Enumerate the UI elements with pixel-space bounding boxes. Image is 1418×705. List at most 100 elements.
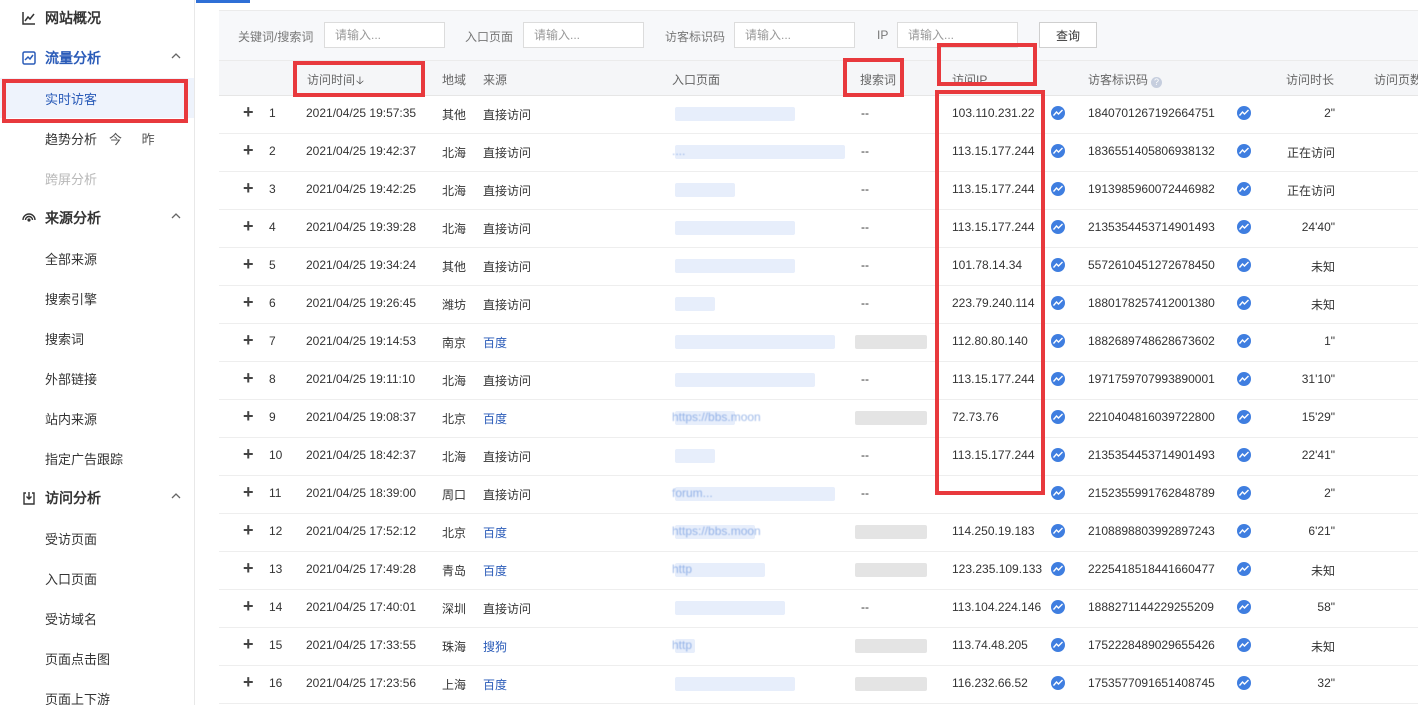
sidebar-item-entry-pages[interactable]: 入口页面 [0,558,194,598]
table-row[interactable]: +1 2021/04/25 19:57:35 其他 直接访问 -- 103.110.231… [219,96,1418,134]
trend-icon[interactable] [1051,410,1065,424]
trend-icon[interactable] [1051,106,1065,120]
trend-icon[interactable] [1051,448,1065,462]
table-row[interactable]: +10 2021/04/25 18:42:37 北海 直接访问 -- 113.15.177… [219,438,1418,476]
sidebar-item-realtime[interactable]: 实时访客 [0,78,194,118]
expand-plus-icon[interactable]: + [243,293,257,311]
visitor-id-input[interactable] [734,22,855,48]
trend-icon[interactable] [1237,372,1251,386]
trend-icon[interactable] [1051,486,1065,500]
trend-icon[interactable] [1051,600,1065,614]
expand-plus-icon[interactable]: + [243,141,257,159]
entry-page-cell[interactable]: https://bbs.moon [672,524,761,538]
source-cell[interactable]: 百度 [483,676,507,693]
trend-icon[interactable] [1237,296,1251,310]
trend-icon[interactable] [1237,524,1251,538]
expand-plus-icon[interactable]: + [243,407,257,425]
source-cell[interactable]: 百度 [483,334,507,351]
sidebar-group-source[interactable]: 来源分析 [0,198,194,238]
expand-plus-icon[interactable]: + [243,483,257,501]
sidebar-item-internal-sources[interactable]: 站内来源 [0,398,194,438]
sidebar-item-search-terms[interactable]: 搜索词 [0,318,194,358]
sidebar-item-search-engine[interactable]: 搜索引擎 [0,278,194,318]
table-row[interactable]: +4 2021/04/25 19:39:28 北海 直接访问 -- 113.15.177.… [219,210,1418,248]
source-cell[interactable]: 百度 [483,524,507,541]
trend-icon[interactable] [1051,334,1065,348]
expand-plus-icon[interactable]: + [243,369,257,387]
sidebar-item-visited-domains[interactable]: 受访域名 [0,598,194,638]
trend-icon[interactable] [1237,486,1251,500]
trend-icon[interactable] [1237,562,1251,576]
sidebar-item-page-heatmap[interactable]: 页面点击图 [0,638,194,678]
table-row[interactable]: +2 2021/04/25 19:42:37 北海 直接访问.... -- 113.15.… [219,134,1418,172]
trend-icon[interactable] [1051,220,1065,234]
help-icon[interactable]: ? [1151,77,1163,88]
sidebar-item-page-flow[interactable]: 页面上下游 [0,678,194,705]
sidebar-item-all-sources[interactable]: 全部来源 [0,238,194,278]
trend-icon[interactable] [1237,676,1251,690]
table-row[interactable]: +3 2021/04/25 19:42:25 北海 直接访问 -- 113.15.177.… [219,172,1418,210]
entry-page-cell[interactable]: http [672,562,692,576]
trend-icon[interactable] [1237,220,1251,234]
sidebar-item-overview[interactable]: 网站概况 [0,0,194,38]
table-row[interactable]: +14 2021/04/25 17:40:01 深圳 直接访问 -- 113.104.22… [219,590,1418,628]
keyword-input[interactable] [324,22,445,48]
expand-plus-icon[interactable]: + [243,673,257,691]
table-row[interactable]: +11 2021/04/25 18:39:00 周口 直接访问 forum... -- 21… [219,476,1418,514]
trend-icon[interactable] [1051,638,1065,652]
table-row[interactable]: +8 2021/04/25 19:11:10 北海 直接访问 -- 113.15.177.… [219,362,1418,400]
sidebar-item-visited-pages[interactable]: 受访页面 [0,518,194,558]
trend-icon[interactable] [1237,410,1251,424]
entry-page-cell[interactable]: .... [672,144,685,158]
source-cell[interactable]: 搜狗 [483,638,507,655]
header-visit-time[interactable]: 访问时间🡣 [307,71,364,91]
expand-plus-icon[interactable]: + [243,103,257,121]
entry-page-cell[interactable]: http [672,638,692,652]
expand-plus-icon[interactable]: + [243,521,257,539]
trend-icon[interactable] [1237,182,1251,196]
table-row[interactable]: +9 2021/04/25 19:08:37 北京 百度 https://bbs.moo… [219,400,1418,438]
entry-page-input[interactable] [523,22,644,48]
trend-icon[interactable] [1051,676,1065,690]
expand-plus-icon[interactable]: + [243,445,257,463]
expand-plus-icon[interactable]: + [243,255,257,273]
sort-down-icon[interactable]: 🡣 [356,75,364,87]
source-cell[interactable]: 百度 [483,562,507,579]
table-row[interactable]: +15 2021/04/25 17:33:55 珠海 搜狗 http 113.74.48.… [219,628,1418,666]
trend-icon[interactable] [1051,524,1065,538]
trend-icon[interactable] [1237,600,1251,614]
trend-icon[interactable] [1237,638,1251,652]
trend-icon[interactable] [1051,562,1065,576]
trend-icon[interactable] [1237,144,1251,158]
table-row[interactable]: +7 2021/04/25 19:14:53 南京 百度 112.80.80.140 18… [219,324,1418,362]
sidebar-item-external-links[interactable]: 外部链接 [0,358,194,398]
query-button[interactable]: 查询 [1039,22,1097,48]
table-row[interactable]: +12 2021/04/25 17:52:12 北京 百度 https://bbs.mo… [219,514,1418,552]
table-row[interactable]: +5 2021/04/25 19:34:24 其他 直接访问 -- 101.78.14.3… [219,248,1418,286]
trend-icon[interactable] [1051,372,1065,386]
sidebar-item-trend[interactable]: 趋势分析 今 昨 [0,118,194,158]
table-row[interactable]: +16 2021/04/25 17:23:56 上海 百度 116.232.66.52 1… [219,666,1418,704]
trend-icon[interactable] [1051,144,1065,158]
trend-icon[interactable] [1051,296,1065,310]
entry-page-cell[interactable]: forum... [672,486,713,500]
expand-plus-icon[interactable]: + [243,217,257,235]
entry-page-cell[interactable]: https://bbs.moon [672,410,761,424]
trend-icon[interactable] [1237,334,1251,348]
expand-plus-icon[interactable]: + [243,635,257,653]
trend-icon[interactable] [1237,258,1251,272]
source-cell[interactable]: 百度 [483,410,507,427]
trend-icon[interactable] [1237,448,1251,462]
trend-today-yesterday[interactable]: 今 昨 [109,129,163,148]
expand-plus-icon[interactable]: + [243,559,257,577]
table-row[interactable]: +13 2021/04/25 17:49:28 青岛 百度 http 123.235.10… [219,552,1418,590]
sidebar-group-traffic[interactable]: 流量分析 [0,38,194,78]
trend-icon[interactable] [1237,106,1251,120]
table-row[interactable]: +6 2021/04/25 19:26:45 潍坊 直接访问 -- 223.79.240.… [219,286,1418,324]
sidebar-group-visit[interactable]: 访问分析 [0,478,194,518]
trend-icon[interactable] [1051,182,1065,196]
expand-plus-icon[interactable]: + [243,179,257,197]
expand-plus-icon[interactable]: + [243,597,257,615]
ip-input[interactable] [897,22,1018,48]
expand-plus-icon[interactable]: + [243,331,257,349]
